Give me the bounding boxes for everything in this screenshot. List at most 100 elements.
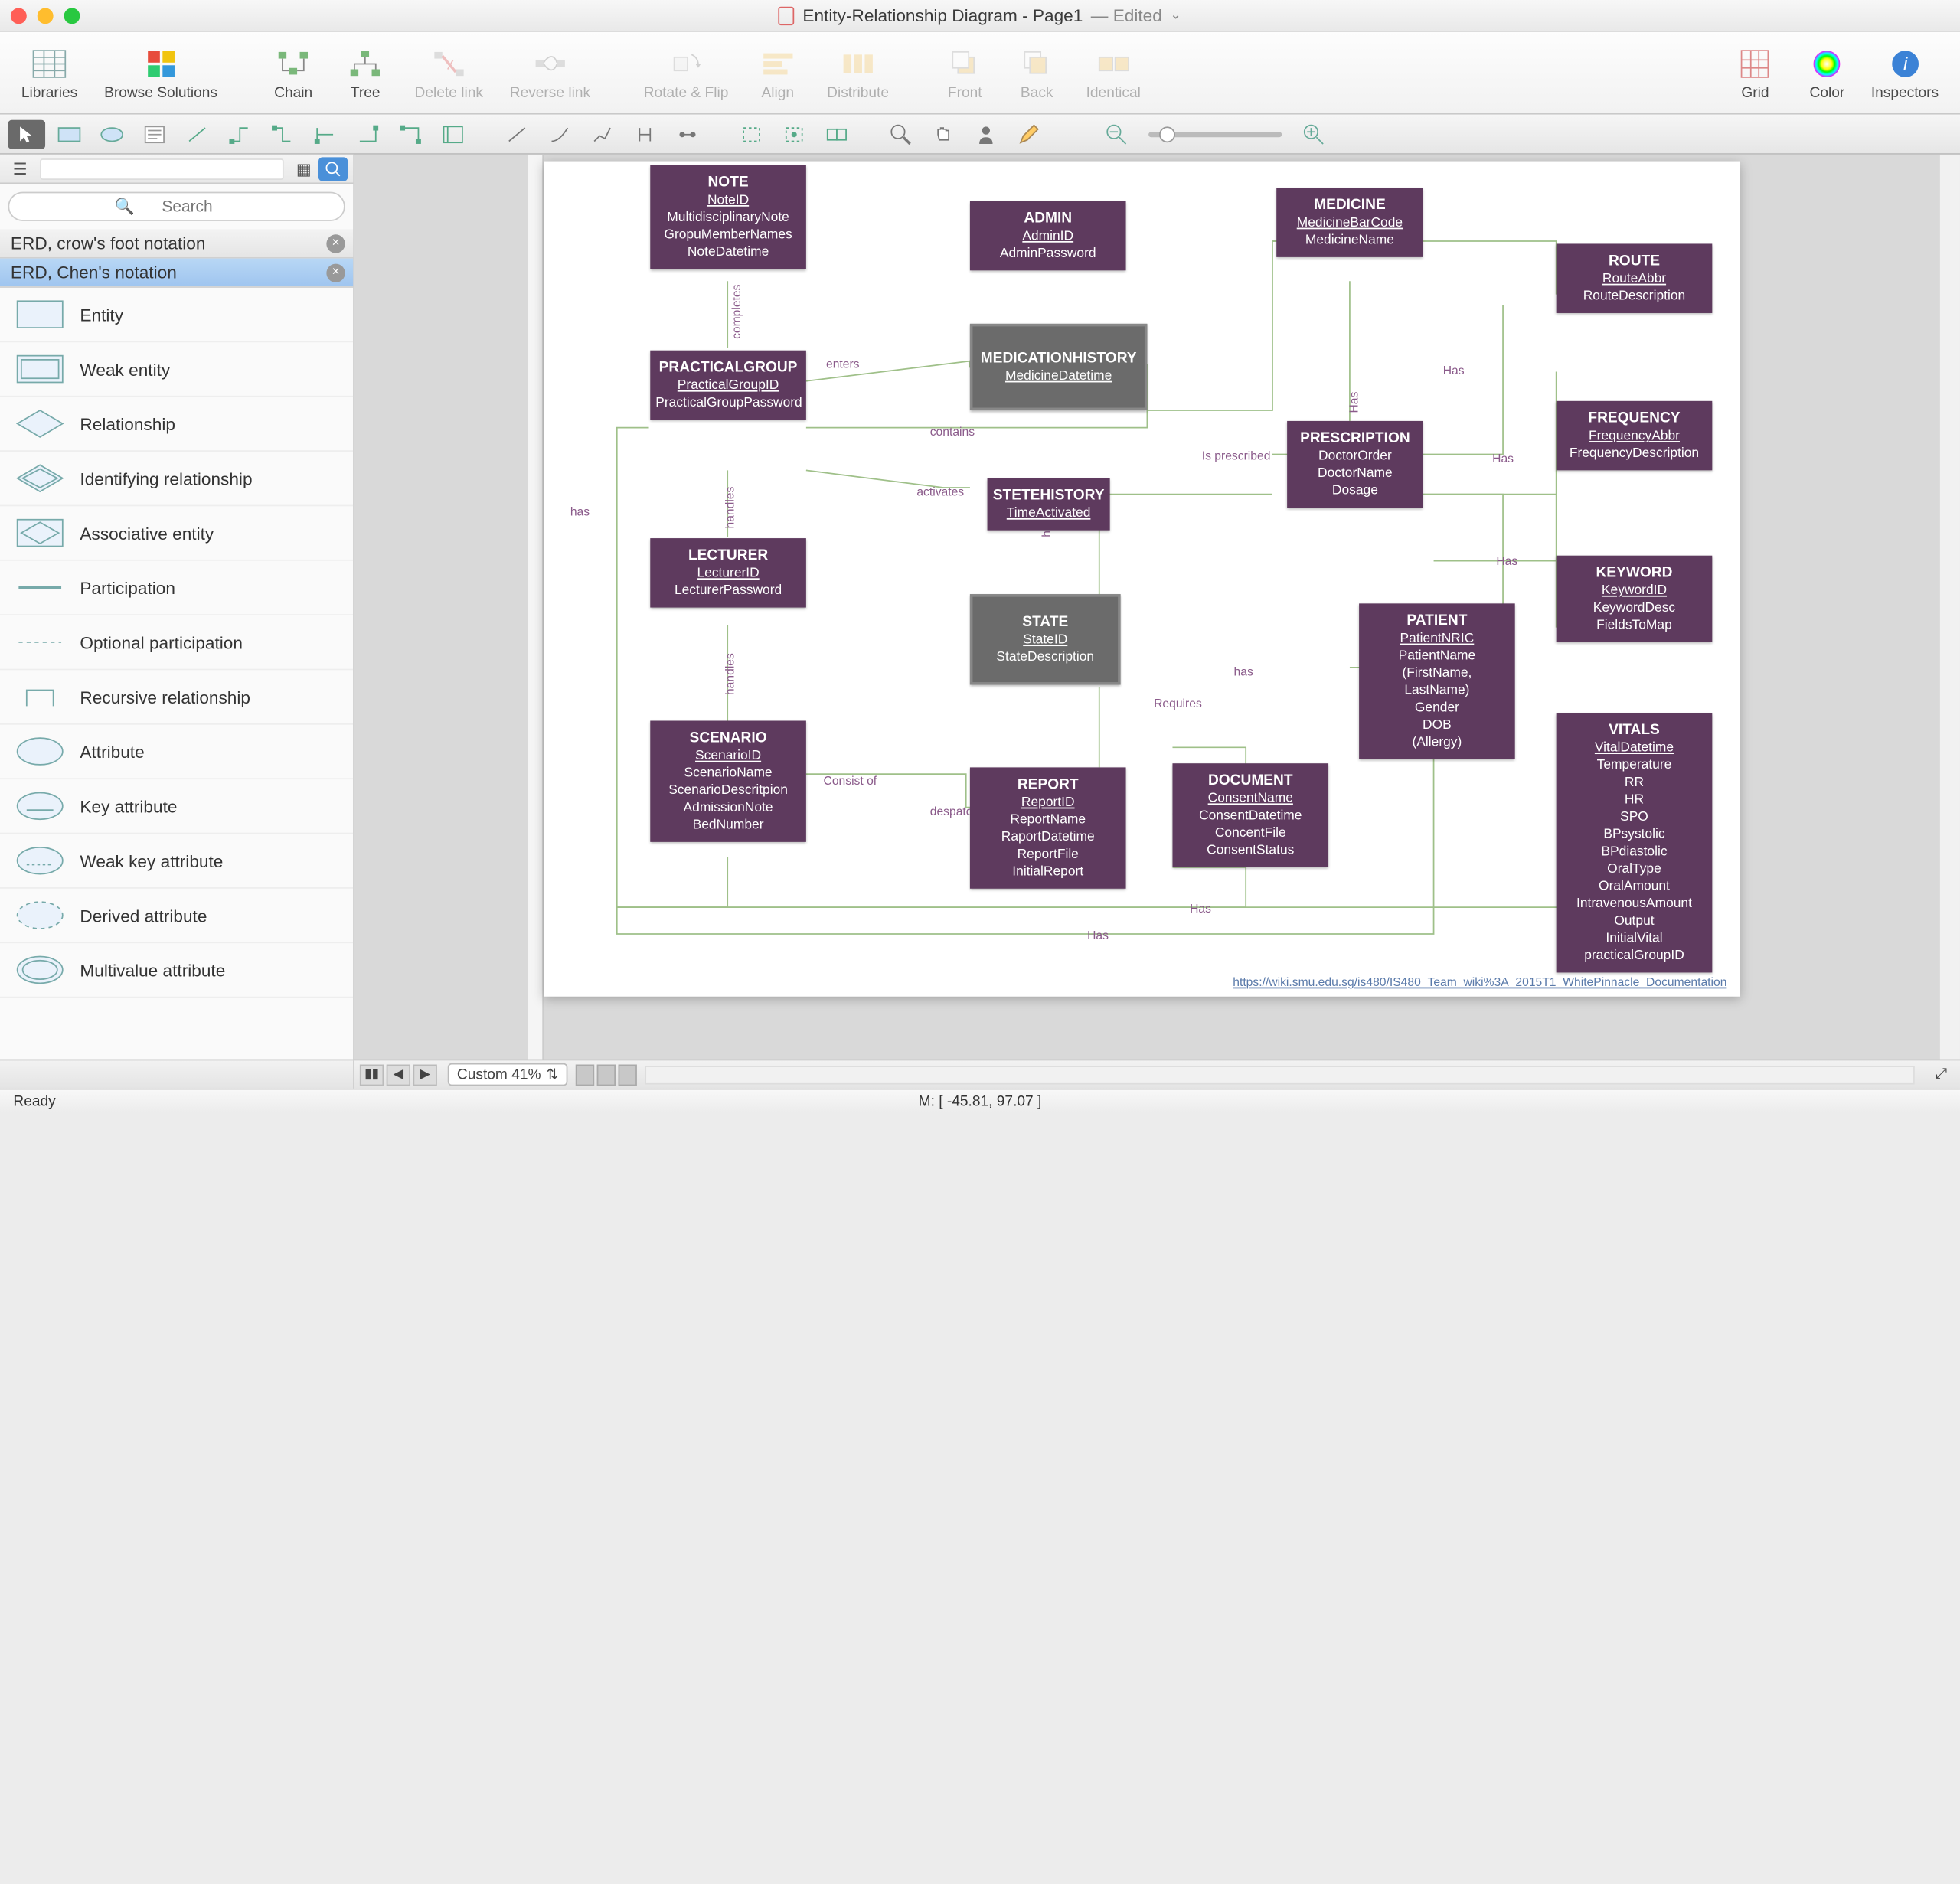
- identical-icon: [1095, 44, 1132, 82]
- zoom-out-button[interactable]: [1098, 119, 1135, 149]
- grid-button[interactable]: Grid: [1722, 42, 1788, 103]
- sel2-tool[interactable]: [776, 119, 813, 149]
- shape-relationship[interactable]: Relationship: [0, 397, 353, 452]
- arrow1-tool[interactable]: [498, 119, 536, 149]
- shape-identifying-relationship[interactable]: Identifying relationship: [0, 452, 353, 506]
- entity-practicalgroup[interactable]: PRACTICALGROUP PracticalGroupID Practica…: [650, 351, 806, 420]
- entity-state[interactable]: STATE StateID StateDescription: [970, 594, 1121, 684]
- arrow5-tool[interactable]: [669, 119, 707, 149]
- entity-prescription[interactable]: PRESCRIPTION DoctorOrder DoctorName Dosa…: [1287, 421, 1423, 508]
- front-button[interactable]: Front: [932, 42, 998, 103]
- shape-entity[interactable]: Entity: [0, 288, 353, 342]
- zoom-slider[interactable]: [1148, 131, 1282, 136]
- canvas[interactable]: completes enters has activates contains …: [354, 155, 1960, 1060]
- svg-text:i: i: [1903, 54, 1907, 74]
- close-button[interactable]: [11, 8, 27, 24]
- search-toggle-icon[interactable]: [318, 156, 348, 180]
- pencil-tool[interactable]: [1010, 119, 1047, 149]
- line-tool[interactable]: [178, 119, 216, 149]
- diagram-page[interactable]: completes enters has activates contains …: [544, 162, 1740, 997]
- conn2-tool[interactable]: [264, 119, 302, 149]
- shape-weak-key-attribute[interactable]: Weak key attribute: [0, 834, 353, 888]
- entity-vitals[interactable]: VITALS VitalDatetime Temperature RR HR S…: [1557, 713, 1713, 973]
- label-has9: Has: [1496, 554, 1517, 567]
- sel1-tool[interactable]: [733, 119, 770, 149]
- resize-corner-icon[interactable]: ⤢: [1922, 1064, 1960, 1086]
- entity-stetehistory[interactable]: STETEHISTORY TimeActivated: [988, 478, 1110, 531]
- entity-document[interactable]: DOCUMENT ConsentName ConsentDatetime Con…: [1172, 763, 1328, 867]
- list-view-icon[interactable]: ☰: [5, 156, 34, 180]
- shape-optional-participation[interactable]: Optional participation: [0, 615, 353, 670]
- shape-derived-attribute[interactable]: Derived attribute: [0, 889, 353, 943]
- rect-tool[interactable]: [51, 119, 88, 149]
- entity-admin[interactable]: ADMIN AdminID AdminPassword: [970, 201, 1126, 271]
- entity-report[interactable]: REPORT ReportID ReportName RaportDatetim…: [970, 767, 1126, 889]
- entity-frequency[interactable]: FREQUENCY FrequencyAbbr FrequencyDescrip…: [1557, 401, 1713, 471]
- rotate-flip-button[interactable]: Rotate & Flip: [633, 42, 740, 103]
- page-tab[interactable]: [576, 1064, 594, 1086]
- entity-scenario[interactable]: SCENARIO ScenarioID ScenarioName Scenari…: [650, 721, 806, 843]
- category-chen[interactable]: ERD, Chen's notation×: [0, 259, 353, 288]
- status-coords: M: [ -45.81, 97.07 ]: [919, 1093, 1042, 1109]
- color-button[interactable]: Color: [1794, 42, 1860, 103]
- conn5-tool[interactable]: [392, 119, 430, 149]
- reverse-link-button[interactable]: Reverse link: [499, 42, 601, 103]
- page-next-button[interactable]: ▶: [413, 1064, 436, 1086]
- entity-medicine[interactable]: MEDICINE MedicineBarCode MedicineName: [1276, 188, 1423, 257]
- entity-note[interactable]: NOTE NoteID MultidisciplinaryNote GropuM…: [650, 165, 806, 269]
- entity-patient[interactable]: PATIENT PatientNRIC PatientName (FirstNa…: [1359, 603, 1515, 759]
- entity-lecturer[interactable]: LECTURER LecturerID LecturerPassword: [650, 538, 806, 608]
- hand-tool[interactable]: [925, 119, 962, 149]
- align-button[interactable]: Align: [744, 42, 811, 103]
- browse-solutions-button[interactable]: Browse Solutions: [93, 42, 228, 103]
- delete-link-button[interactable]: Delete link: [404, 42, 494, 103]
- arrow3-tool[interactable]: [583, 119, 621, 149]
- ellipse-tool[interactable]: [93, 119, 131, 149]
- entity-medicationhistory[interactable]: MEDICATIONHISTORY MedicineDatetime: [970, 324, 1147, 410]
- maximize-button[interactable]: [64, 8, 80, 24]
- horizontal-scrollbar[interactable]: [645, 1065, 1915, 1083]
- shape-attribute[interactable]: Attribute: [0, 725, 353, 779]
- search-input[interactable]: [8, 192, 345, 221]
- text-tool[interactable]: [136, 119, 174, 149]
- conn1-tool[interactable]: [221, 119, 259, 149]
- distribute-button[interactable]: Distribute: [816, 42, 900, 103]
- page-tab[interactable]: [597, 1064, 616, 1086]
- chevron-down-icon[interactable]: ⌄: [1170, 8, 1181, 22]
- shape-multivalue-attribute[interactable]: Multivalue attribute: [0, 943, 353, 998]
- libraries-button[interactable]: Libraries: [11, 42, 88, 103]
- back-button[interactable]: Back: [1004, 42, 1070, 103]
- shape-associative-entity[interactable]: Associative entity: [0, 506, 353, 560]
- page-prev-button[interactable]: ◀: [387, 1064, 410, 1086]
- chain-button[interactable]: Chain: [260, 42, 327, 103]
- entity-route[interactable]: ROUTE RouteAbbr RouteDescription: [1557, 243, 1713, 313]
- arrow4-tool[interactable]: [626, 119, 664, 149]
- page-stop-button[interactable]: ▮▮: [360, 1064, 384, 1086]
- zoom-thumb[interactable]: [1159, 126, 1175, 142]
- conn4-tool[interactable]: [349, 119, 387, 149]
- zoom-in-button[interactable]: [1295, 119, 1333, 149]
- arrow2-tool[interactable]: [541, 119, 579, 149]
- minimize-button[interactable]: [38, 8, 54, 24]
- conn6-tool[interactable]: [434, 119, 472, 149]
- conn3-tool[interactable]: [306, 119, 344, 149]
- zoom-tool[interactable]: [882, 119, 920, 149]
- shape-participation[interactable]: Participation: [0, 561, 353, 615]
- sel3-tool[interactable]: [818, 119, 856, 149]
- vertical-scrollbar[interactable]: [1940, 155, 1960, 1060]
- close-icon[interactable]: ×: [326, 263, 345, 282]
- person-tool[interactable]: [967, 119, 1004, 149]
- entity-keyword[interactable]: KEYWORD KeywordID KeywordDesc FieldsToMa…: [1557, 556, 1713, 643]
- pointer-tool[interactable]: [8, 119, 45, 149]
- grid-view-icon[interactable]: ▦: [289, 156, 318, 180]
- tree-button[interactable]: Tree: [332, 42, 399, 103]
- category-crowsfoot[interactable]: ERD, crow's foot notation×: [0, 229, 353, 258]
- close-icon[interactable]: ×: [326, 233, 345, 252]
- wiki-link[interactable]: https://wiki.smu.edu.sg/is480/IS480_Team…: [1233, 975, 1726, 988]
- shape-weak-entity[interactable]: Weak entity: [0, 342, 353, 397]
- inspectors-button[interactable]: i Inspectors: [1860, 42, 1949, 103]
- identical-button[interactable]: Identical: [1076, 42, 1152, 103]
- shape-recursive-relationship[interactable]: Recursive relationship: [0, 670, 353, 724]
- shape-key-attribute[interactable]: Key attribute: [0, 779, 353, 834]
- page-tab[interactable]: [619, 1064, 637, 1086]
